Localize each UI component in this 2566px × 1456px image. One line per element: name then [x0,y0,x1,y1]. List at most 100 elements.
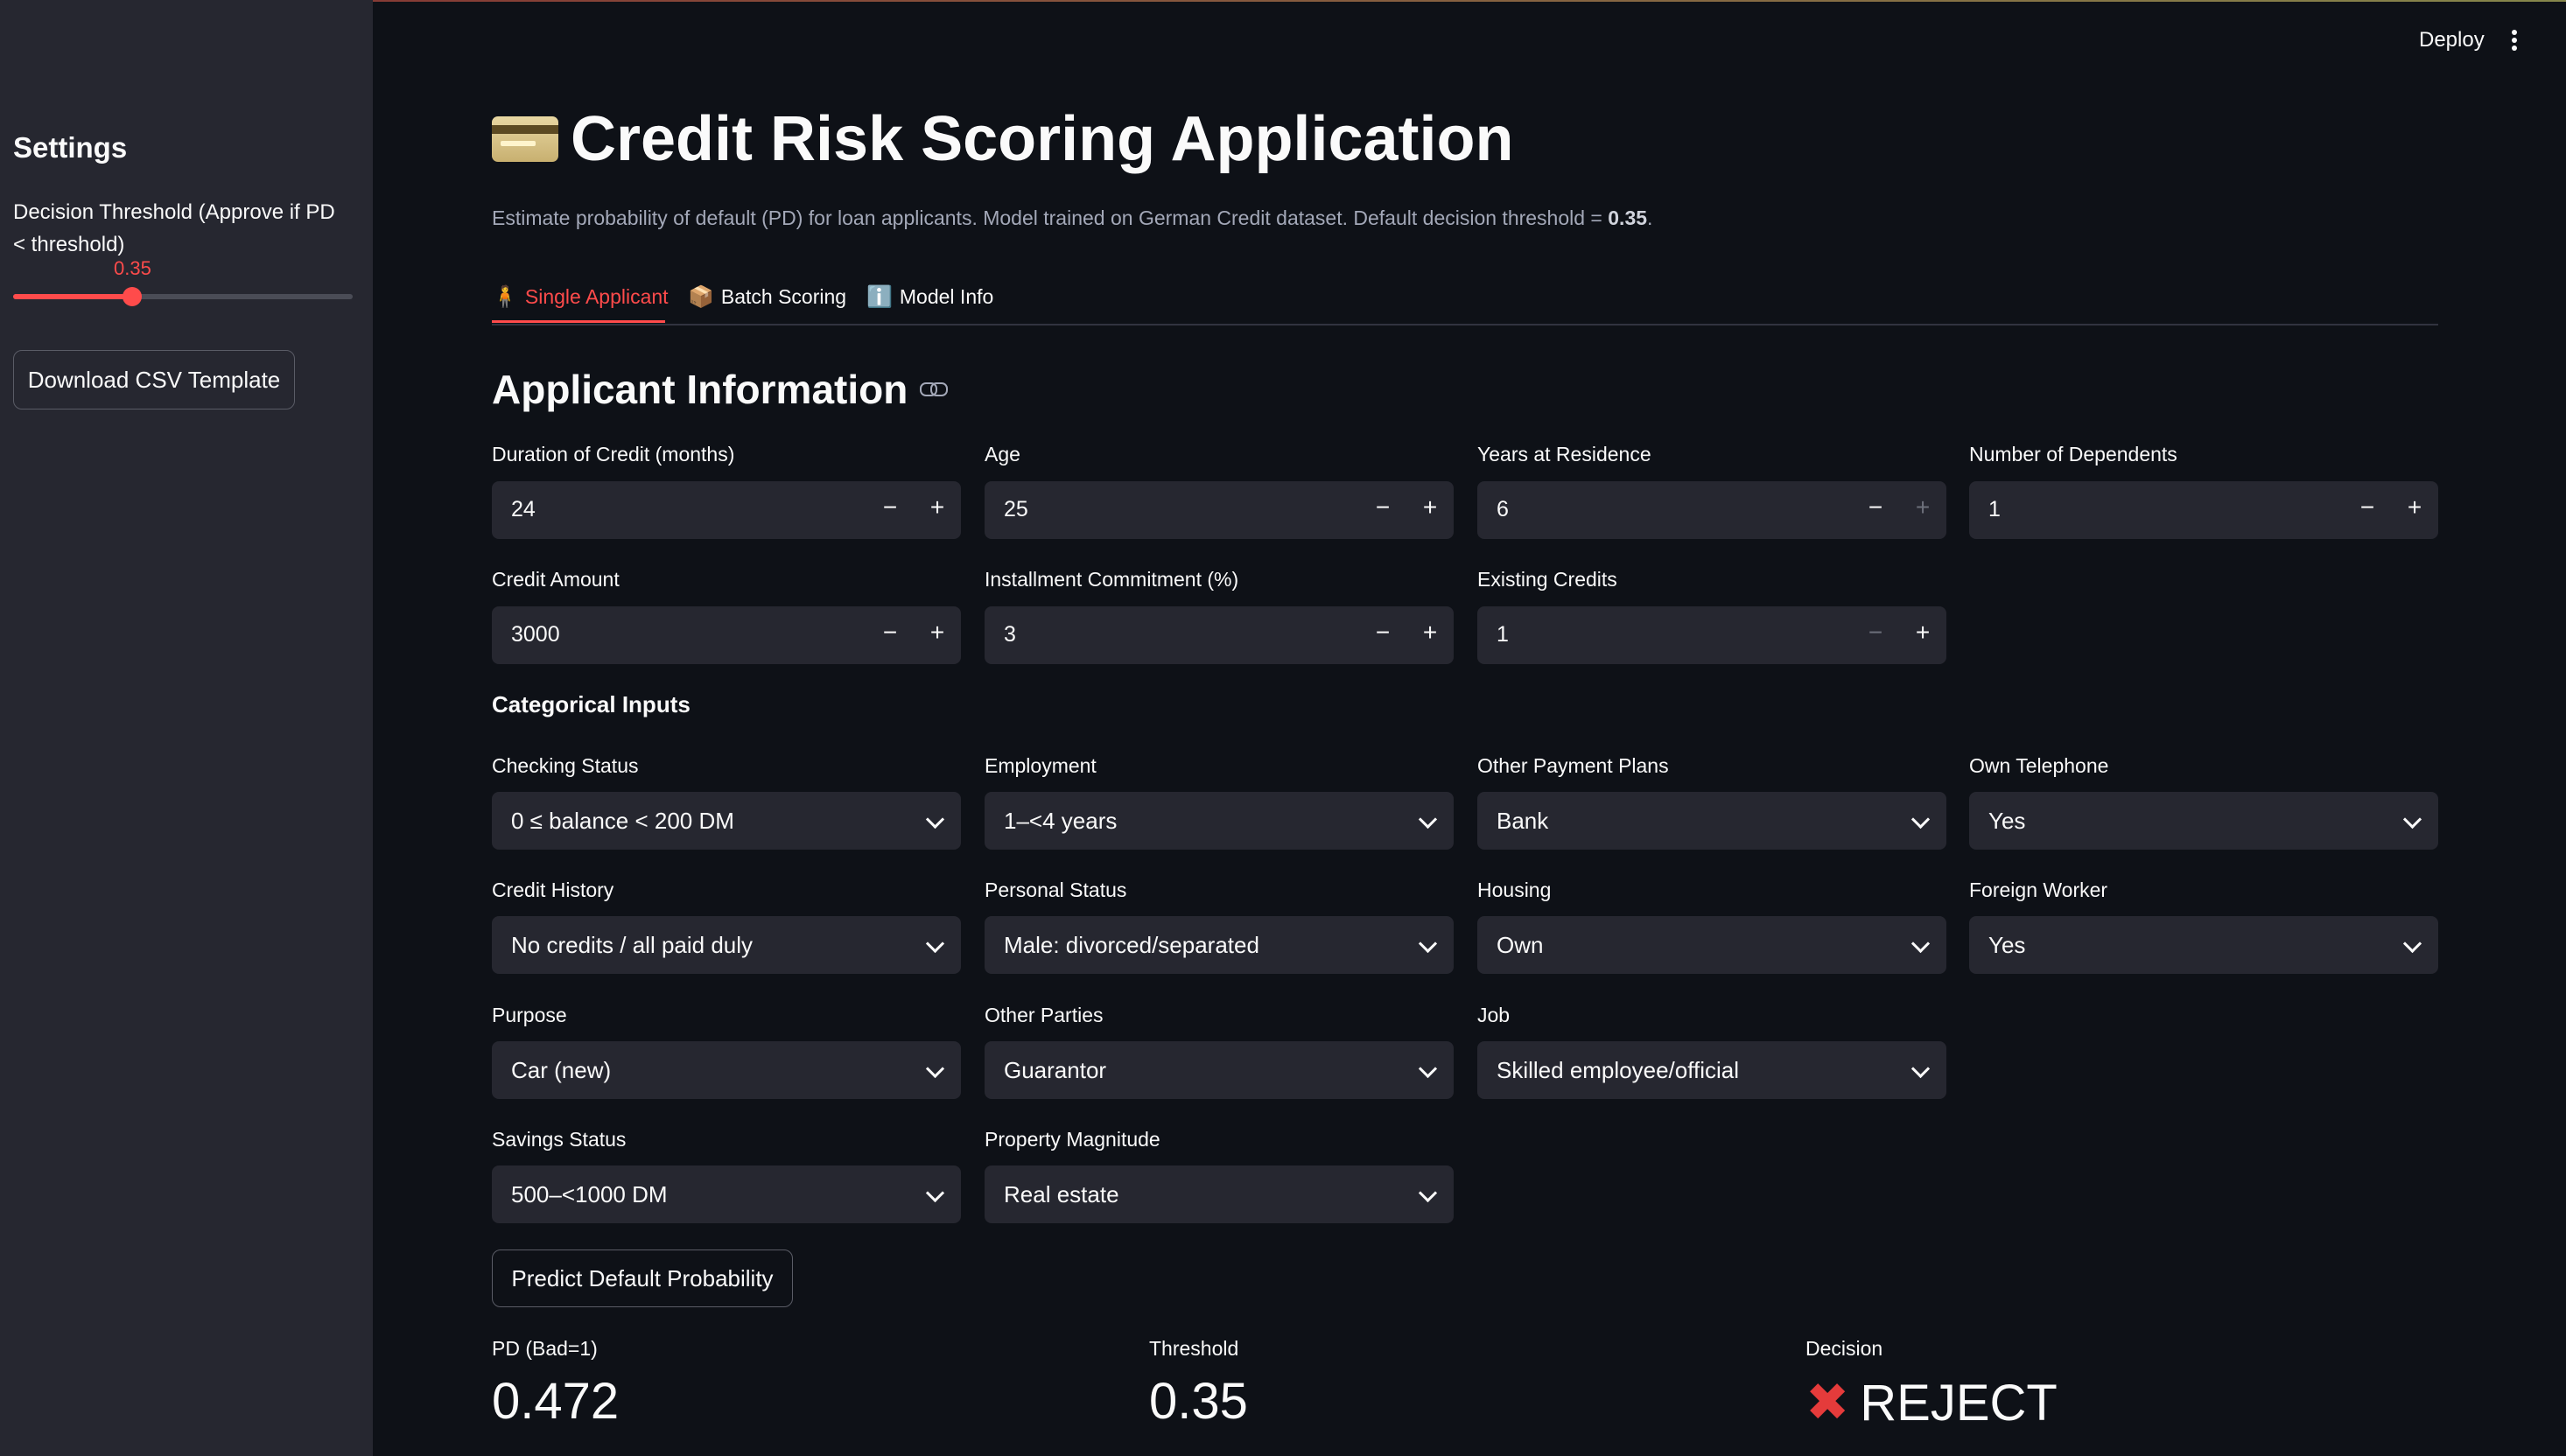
minus-icon[interactable]: − [877,619,903,647]
decision-value: REJECT [1860,1374,2058,1432]
age-label: Age [985,443,1020,466]
select-value: Guarantor [1004,1057,1107,1083]
tab-single-applicant[interactable]: 🧍 Single Applicant [492,276,669,317]
chevron-down-icon [1418,1059,1438,1079]
dependents-value[interactable]: 1 [1988,497,2001,522]
select-value: Own [1497,932,1544,958]
sidebar: Settings Decision Threshold (Approve if … [0,0,373,1456]
threshold-slider-thumb[interactable] [122,287,142,306]
own-telephone-select[interactable]: Yes [1969,792,2438,850]
subtitle-threshold: 0.35 [1608,206,1648,229]
download-csv-template-button[interactable]: Download CSV Template [13,350,295,410]
duration-value[interactable]: 24 [511,497,536,522]
housing-select[interactable]: Own [1477,916,1946,974]
checking-status-label: Checking Status [492,754,639,777]
select-value: Male: divorced/separated [1004,932,1259,958]
other-parties-label: Other Parties [985,1004,1104,1026]
property-magnitude-select[interactable]: Real estate [985,1166,1454,1223]
tab-model-info[interactable]: ℹ️ Model Info [866,276,993,317]
decision-label: Decision [1805,1337,1883,1360]
existing-credits-value[interactable]: 1 [1497,622,1509,648]
sidebar-title: Settings [13,131,128,164]
foreign-worker-select[interactable]: Yes [1969,916,2438,974]
credit-history-label: Credit History [492,878,614,901]
tab-label: Single Applicant [524,284,669,308]
years-at-residence-input[interactable]: 6 − + [1477,481,1946,539]
kebab-menu-icon[interactable] [2510,30,2519,52]
installment-value[interactable]: 3 [1004,622,1016,648]
credit-amount-input[interactable]: 3000 − + [492,606,961,664]
existing-credits-input[interactable]: 1 − + [1477,606,1946,664]
plus-icon[interactable]: + [924,619,950,647]
minus-icon[interactable]: − [1370,494,1396,522]
select-value: 1–<4 years [1004,808,1118,834]
age-input[interactable]: 25 − + [985,481,1454,539]
job-label: Job [1477,1004,1511,1026]
minus-icon[interactable]: − [1862,619,1889,647]
pd-value: 0.472 [492,1373,620,1430]
plus-icon[interactable]: + [1910,494,1936,522]
duration-input[interactable]: 24 − + [492,481,961,539]
other-parties-select[interactable]: Guarantor [985,1041,1454,1099]
chevron-down-icon [1418,809,1438,830]
purpose-select[interactable]: Car (new) [492,1041,961,1099]
anchor-link-icon[interactable] [920,382,949,396]
threshold-metric-label: Threshold [1149,1337,1239,1360]
checking-status-select[interactable]: 0 ≤ balance < 200 DM [492,792,961,850]
age-value[interactable]: 25 [1004,497,1028,522]
minus-icon[interactable]: − [2354,494,2380,522]
credit-amount-value[interactable]: 3000 [511,622,560,648]
savings-status-select[interactable]: 500–<1000 DM [492,1166,961,1223]
dependents-input[interactable]: 1 − + [1969,481,2438,539]
threshold-label: Decision Threshold (Approve if PD < thre… [13,200,335,256]
personal-status-select[interactable]: Male: divorced/separated [985,916,1454,974]
minus-icon[interactable]: − [1370,619,1396,647]
predict-button[interactable]: Predict Default Probability [492,1250,793,1307]
person-icon: 🧍 [492,284,518,309]
plus-icon[interactable]: + [1910,619,1936,647]
subtitle-text: Estimate probability of default (PD) for… [492,206,1609,229]
job-select[interactable]: Skilled employee/official [1477,1041,1946,1099]
deploy-button[interactable]: Deploy [2419,28,2485,52]
plus-icon[interactable]: + [1417,494,1443,522]
tab-bar: 🧍 Single Applicant 📦 Batch Scoring ℹ️ Model… [492,273,2438,326]
select-value: No credits / all paid duly [511,932,754,958]
chevron-down-icon [1910,1059,1931,1079]
select-value: 0 ≤ balance < 200 DM [511,808,734,834]
years-at-residence-value[interactable]: 6 [1497,497,1509,522]
threshold-slider[interactable] [13,287,353,306]
page-title: Credit Risk Scoring Application [571,104,1514,174]
categorical-inputs-title: Categorical Inputs [492,691,691,718]
tab-batch-scoring[interactable]: 📦 Batch Scoring [688,276,846,317]
minus-icon[interactable]: − [1862,494,1889,522]
credit-history-select[interactable]: No credits / all paid duly [492,916,961,974]
chevron-down-icon [925,934,945,954]
package-icon: 📦 [688,284,714,309]
active-tab-indicator [492,320,665,323]
minus-icon[interactable]: − [877,494,903,522]
chevron-down-icon [1418,1183,1438,1203]
credit-amount-label: Credit Amount [492,568,620,591]
foreign-worker-label: Foreign Worker [1969,878,2108,901]
installment-label: Installment Commitment (%) [985,568,1239,591]
other-payment-plans-select[interactable]: Bank [1477,792,1946,850]
cross-mark-icon: ✖ [1805,1373,1850,1432]
select-value: Car (new) [511,1057,612,1083]
chevron-down-icon [1910,809,1931,830]
section-title-text: Applicant Information [492,367,908,412]
select-value: Bank [1497,808,1549,834]
housing-label: Housing [1477,878,1552,901]
tab-label: Batch Scoring [720,284,847,308]
plus-icon[interactable]: + [1417,619,1443,647]
subtitle-end: . [1647,206,1653,229]
installment-input[interactable]: 3 − + [985,606,1454,664]
chevron-down-icon [925,1059,945,1079]
plus-icon[interactable]: + [924,494,950,522]
chevron-down-icon [1418,934,1438,954]
page-subtitle: Estimate probability of default (PD) for… [492,206,1652,230]
employment-label: Employment [985,754,1097,777]
select-value: Yes [1988,932,2026,958]
employment-select[interactable]: 1–<4 years [985,792,1454,850]
plus-icon[interactable]: + [2401,494,2428,522]
pd-label: PD (Bad=1) [492,1337,598,1360]
